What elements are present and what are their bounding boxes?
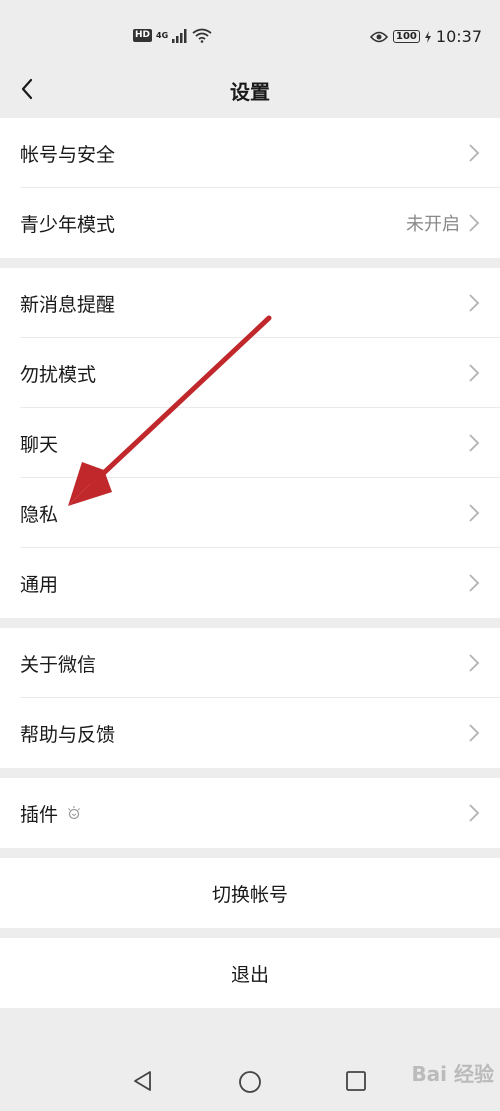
chevron-right-icon [469, 654, 480, 672]
row-label: 通用 [20, 573, 59, 596]
settings-group-about: 关于微信 帮助与反馈 [0, 628, 500, 768]
signal-icon [172, 28, 187, 43]
row-new-message-alert[interactable]: 新消息提醒 [0, 268, 500, 338]
switch-account-button[interactable]: 切换帐号 [0, 858, 500, 928]
status-left: HD 4G [133, 28, 212, 43]
system-recents-icon[interactable] [345, 1070, 367, 1092]
chevron-right-icon [469, 214, 480, 232]
nav-bar: 设置 [0, 70, 500, 118]
status-right: 100 10:37 [370, 27, 482, 46]
status-bar: HD 4G 100 10:37 [0, 0, 500, 70]
chevron-right-icon [469, 144, 480, 162]
settings-group-account: 帐号与安全 青少年模式 未开启 [0, 118, 500, 258]
chevron-right-icon [469, 294, 480, 312]
plugin-bulb-icon [68, 806, 80, 820]
page-title: 设置 [230, 80, 270, 104]
row-label: 帮助与反馈 [20, 723, 116, 746]
battery-indicator: 100 [393, 30, 420, 43]
row-label: 聊天 [20, 433, 59, 456]
chevron-right-icon [469, 434, 480, 452]
row-about-wechat[interactable]: 关于微信 [0, 628, 500, 698]
row-label: 勿扰模式 [20, 363, 97, 386]
charging-icon [424, 30, 431, 43]
row-account-security[interactable]: 帐号与安全 [0, 118, 500, 188]
settings-group-general: 新消息提醒 勿扰模式 聊天 隐私 通用 [0, 268, 500, 618]
chevron-right-icon [469, 724, 480, 742]
row-plugins[interactable]: 插件 [0, 778, 500, 848]
row-help-feedback[interactable]: 帮助与反馈 [0, 698, 500, 768]
system-back-icon[interactable] [132, 1070, 154, 1092]
row-label: 隐私 [20, 503, 59, 526]
row-label: 新消息提醒 [20, 293, 116, 316]
logout-group: 退出 [0, 938, 500, 1008]
row-youth-mode[interactable]: 青少年模式 未开启 [0, 188, 500, 258]
row-do-not-disturb[interactable]: 勿扰模式 [0, 338, 500, 408]
row-label: 青少年模式 [20, 213, 116, 236]
switch-account-group: 切换帐号 [0, 858, 500, 928]
row-general[interactable]: 通用 [0, 548, 500, 618]
row-label-wrap: 插件 [20, 800, 468, 827]
row-label: 帐号与安全 [20, 143, 116, 166]
youth-mode-status: 未开启 [406, 214, 460, 235]
system-home-icon[interactable] [238, 1070, 262, 1094]
row-label: 插件 [20, 803, 59, 826]
row-label: 关于微信 [20, 653, 97, 676]
chevron-right-icon [469, 364, 480, 382]
logout-button[interactable]: 退出 [0, 938, 500, 1008]
eye-icon [370, 31, 389, 42]
row-chat[interactable]: 聊天 [0, 408, 500, 478]
chevron-right-icon [469, 504, 480, 522]
chevron-right-icon [469, 804, 480, 822]
settings-group-plugins: 插件 [0, 778, 500, 848]
hd-badge: HD [133, 29, 153, 42]
watermark: Bai 经验 [411, 1062, 494, 1086]
row-privacy[interactable]: 隐私 [0, 478, 500, 548]
wifi-icon [192, 28, 212, 43]
clock: 10:37 [435, 27, 482, 46]
chevron-right-icon [469, 574, 480, 592]
network-badge: 4G [156, 31, 169, 40]
